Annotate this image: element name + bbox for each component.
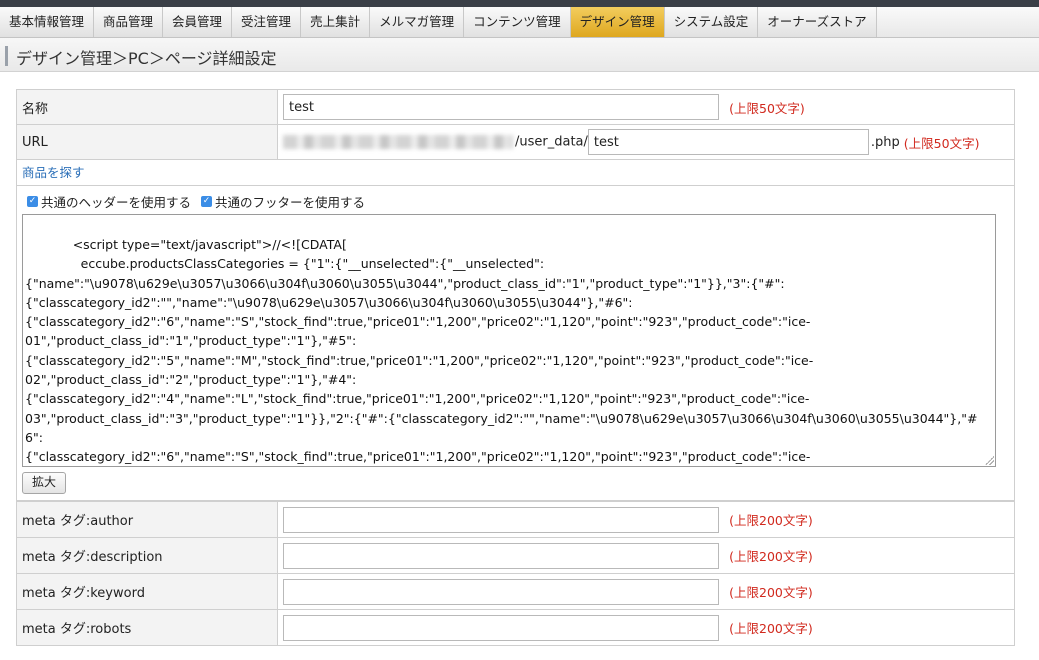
meta-row-description: meta タグ:description (上限200文字) <box>16 537 1015 574</box>
meta-robots-input[interactable] <box>283 614 719 641</box>
meta-keyword-input[interactable] <box>283 578 719 605</box>
template-code-section: ✓ 共通のヘッダーを使用する ✓ 共通のフッターを使用する <script ty… <box>16 185 1015 501</box>
url-filename-input[interactable] <box>587 129 869 155</box>
name-cell: (上限50文字) <box>277 89 1015 125</box>
meta-author-label: meta タグ:author <box>16 501 278 538</box>
url-host-blurred <box>283 135 513 149</box>
main-nav: 基本情報管理 商品管理 会員管理 受注管理 売上集計 メルマガ管理 コンテンツ管… <box>0 7 1039 38</box>
expand-button[interactable]: 拡大 <box>22 472 67 494</box>
meta-keyword-label: meta タグ:keyword <box>16 573 278 610</box>
template-code-textarea[interactable]: <script type="text/javascript">//<![CDAT… <box>22 214 996 467</box>
tab-contents[interactable]: コンテンツ管理 <box>464 7 571 37</box>
tab-orders[interactable]: 受注管理 <box>232 7 302 37</box>
tab-mail-magazine[interactable]: メルマガ管理 <box>370 7 465 37</box>
use-header-label: 共通のヘッダーを使用する <box>41 194 192 210</box>
url-extension: .php <box>870 134 900 150</box>
resize-handle-icon[interactable] <box>985 456 994 465</box>
url-row: URL /user_data/ .php(上限50文字) <box>16 124 1015 160</box>
meta-description-limit-note: (上限200文字) <box>729 549 813 564</box>
url-label: URL <box>16 124 278 160</box>
url-limit-note: (上限50文字) <box>903 135 980 151</box>
url-cell: /user_data/ .php(上限50文字) <box>277 124 1015 160</box>
name-limit-note: (上限50文字) <box>729 100 805 116</box>
name-row: 名称 (上限50文字) <box>16 89 1015 125</box>
tab-basic-info[interactable]: 基本情報管理 <box>0 7 95 37</box>
name-label: 名称 <box>16 89 278 125</box>
find-product-row: 商品を探す <box>16 160 1015 185</box>
name-input[interactable] <box>283 94 719 120</box>
page-detail-form: 名称 (上限50文字) URL /user_data/.php(上限50文字) … <box>16 89 1015 646</box>
title-marker <box>5 46 8 66</box>
layout-options: ✓ 共通のヘッダーを使用する ✓ 共通のフッターを使用する <box>27 192 1009 210</box>
page-title-bar: デザイン管理＞PC＞ページ詳細設定 <box>0 38 1039 72</box>
tab-members[interactable]: 会員管理 <box>163 7 233 37</box>
meta-keyword-limit-note: (上限200文字) <box>729 585 813 600</box>
meta-tags-table: meta タグ:author (上限200文字) meta タグ:descrip… <box>16 501 1015 646</box>
top-dark-bar <box>0 0 1039 7</box>
meta-author-limit-note: (上限200文字) <box>729 513 813 528</box>
meta-description-input[interactable] <box>283 542 719 569</box>
meta-description-label: meta タグ:description <box>16 537 278 574</box>
meta-row-robots: meta タグ:robots (上限200文字) <box>16 609 1015 646</box>
meta-author-cell: (上限200文字) <box>277 501 1015 538</box>
basic-fields-table: 名称 (上限50文字) URL /user_data/.php(上限50文字) <box>16 89 1015 160</box>
meta-robots-cell: (上限200文字) <box>277 609 1015 646</box>
url-path: /user_data/ <box>515 134 588 150</box>
page-title: デザイン管理＞PC＞ページ詳細設定 <box>16 49 277 68</box>
tab-products[interactable]: 商品管理 <box>94 7 164 37</box>
use-footer-label: 共通のフッターを使用する <box>215 194 366 210</box>
tab-owners-store[interactable]: オーナーズストア <box>758 7 877 37</box>
meta-robots-limit-note: (上限200文字) <box>729 621 813 636</box>
nav-filler <box>876 7 1039 37</box>
find-product-link[interactable]: 商品を探す <box>22 165 85 180</box>
meta-row-author: meta タグ:author (上限200文字) <box>16 501 1015 538</box>
meta-row-keyword: meta タグ:keyword (上限200文字) <box>16 573 1015 610</box>
meta-keyword-cell: (上限200文字) <box>277 573 1015 610</box>
checkbox-checked-icon: ✓ <box>201 195 213 207</box>
use-header-checkbox[interactable]: ✓ 共通のヘッダーを使用する <box>27 192 191 211</box>
tab-design[interactable]: デザイン管理 <box>570 7 665 37</box>
meta-robots-label: meta タグ:robots <box>16 609 278 646</box>
tab-sales[interactable]: 売上集計 <box>301 7 371 37</box>
template-code-text: <script type="text/javascript">//<![CDAT… <box>25 237 978 465</box>
meta-author-input[interactable] <box>283 506 719 533</box>
tab-system[interactable]: システム設定 <box>664 7 759 37</box>
checkbox-checked-icon: ✓ <box>27 195 38 207</box>
use-footer-checkbox[interactable]: ✓ 共通のフッターを使用する <box>201 192 365 211</box>
meta-description-cell: (上限200文字) <box>277 537 1015 574</box>
